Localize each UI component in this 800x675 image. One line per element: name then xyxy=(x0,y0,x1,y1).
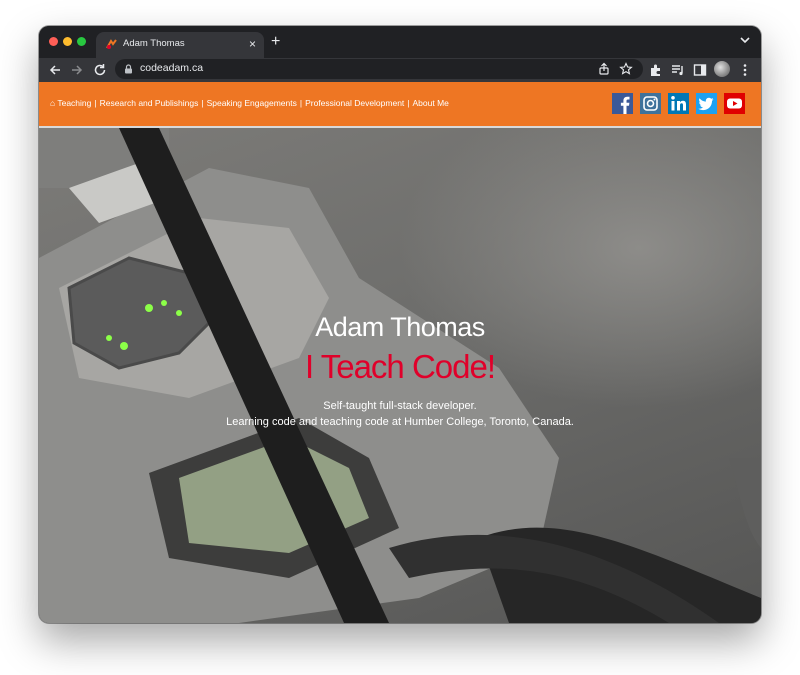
linkedin-icon[interactable] xyxy=(668,93,689,114)
nav-link-research[interactable]: Research and Publishings xyxy=(100,98,199,108)
nav-separator: | xyxy=(407,98,410,108)
profile-avatar[interactable] xyxy=(714,61,730,77)
share-icon[interactable] xyxy=(597,62,611,76)
hero-subtitle-line1: Self-taught full-stack developer. xyxy=(323,400,477,412)
hero-tagline: I Teach Code! xyxy=(304,348,496,385)
facebook-icon[interactable] xyxy=(612,93,633,114)
tab-title: Adam Thomas xyxy=(123,38,185,49)
window-maximize-button[interactable] xyxy=(77,37,86,46)
nav-separator: | xyxy=(94,98,97,108)
window-minimize-button[interactable] xyxy=(63,37,72,46)
hero-name: Adam Thomas xyxy=(315,312,485,342)
extensions-puzzle-icon[interactable] xyxy=(648,62,664,78)
browser-window: Adam Thomas × + codeadam.ca ⌂ Teaching |… xyxy=(39,26,761,623)
youtube-icon[interactable] xyxy=(724,93,745,114)
window-close-button[interactable] xyxy=(49,37,58,46)
page-content: ⌂ Teaching | Research and Publishings | Spea… xyxy=(39,82,761,623)
reload-icon[interactable] xyxy=(92,62,108,78)
site-navbar: ⌂ Teaching | Research and Publishings | Spea… xyxy=(39,82,761,128)
instagram-icon[interactable] xyxy=(640,93,661,114)
browser-tab[interactable]: Adam Thomas × xyxy=(96,32,264,58)
nav-separator: | xyxy=(299,98,303,108)
forward-arrow-icon[interactable] xyxy=(69,62,85,78)
url-text[interactable]: codeadam.ca xyxy=(140,62,203,74)
bookmark-star-icon[interactable] xyxy=(619,62,633,76)
site-favicon-icon xyxy=(106,39,117,49)
tab-search-chevron-icon[interactable] xyxy=(739,34,751,46)
more-menu-icon[interactable] xyxy=(737,62,753,78)
address-bar[interactable]: codeadam.ca xyxy=(115,59,643,79)
tab-strip: Adam Thomas × + xyxy=(39,26,761,58)
nav-separator: | xyxy=(201,98,204,108)
twitter-icon[interactable] xyxy=(696,93,717,114)
lock-icon[interactable] xyxy=(124,64,133,74)
nav-link-about[interactable]: About Me xyxy=(413,98,449,108)
media-queue-icon[interactable] xyxy=(670,62,686,78)
browser-toolbar: codeadam.ca xyxy=(39,58,761,82)
hero-section: Adam Thomas I Teach Code! Self-taught fu… xyxy=(39,128,761,623)
nav-links: ⌂ Teaching | Research and Publishings | Spea… xyxy=(50,98,449,108)
nav-link-professional-development[interactable]: Professional Development xyxy=(305,98,404,108)
hero-subtitle-line2: Learning code and teaching code at Humbe… xyxy=(226,416,574,428)
tab-close-icon[interactable]: × xyxy=(249,36,256,52)
nav-link-speaking[interactable]: Speaking Engagements xyxy=(207,98,297,108)
side-panel-icon[interactable] xyxy=(692,62,708,78)
new-tab-button[interactable]: + xyxy=(271,32,280,52)
nav-link-teaching[interactable]: ⌂ Teaching xyxy=(50,98,91,108)
back-arrow-icon[interactable] xyxy=(47,62,63,78)
